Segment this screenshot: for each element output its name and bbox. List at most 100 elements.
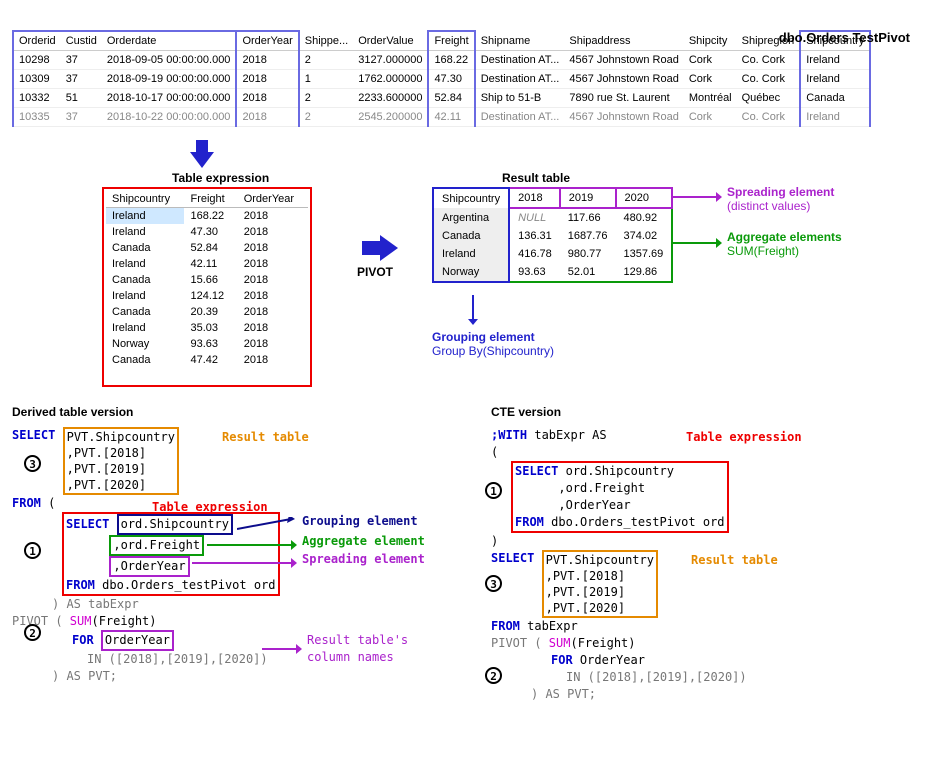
source-cell: 7890 rue St. Laurent: [564, 89, 683, 108]
res-cell: NULL: [509, 208, 560, 227]
source-cell: Destination AT...: [475, 70, 565, 89]
kw-select: SELECT: [12, 428, 55, 442]
col-header: Shipaddress: [564, 31, 683, 51]
inner-orderyear: ,OrderYear: [109, 556, 189, 577]
te-row: Canada20.392018: [106, 304, 308, 320]
te-cell: 2018: [238, 304, 308, 320]
te-cell: 93.63: [184, 336, 237, 352]
source-cell: 2: [299, 89, 353, 108]
res-cell: 480.92: [616, 208, 673, 227]
te-cell: Canada: [106, 272, 184, 288]
table-expression-box: Shipcountry Freight OrderYear Ireland168…: [102, 187, 312, 387]
source-cell: 2018-09-05 00:00:00.000: [102, 51, 237, 70]
col-header: Orderid: [13, 31, 61, 51]
te-cell: 2018: [238, 320, 308, 336]
col-header: OrderYear: [236, 31, 298, 51]
col-header: Shipname: [475, 31, 565, 51]
arrow-to-colnames: [262, 643, 302, 655]
arrow-grouping-icon: [467, 295, 479, 325]
res-head-spread: 2018: [509, 188, 560, 208]
cte-step-3-badge: 3: [485, 575, 502, 592]
arrow-to-grouping: [237, 517, 297, 533]
grouping-el-label: Grouping element: [302, 513, 418, 530]
source-cell: 2233.600000: [353, 89, 428, 108]
res-cell: Canada: [433, 227, 509, 245]
source-cell: 10298: [13, 51, 61, 70]
te-cell: 35.03: [184, 320, 237, 336]
res-cell: 93.63: [509, 263, 560, 282]
te-row: Canada15.662018: [106, 272, 308, 288]
source-cell: 2018: [236, 70, 298, 89]
source-cell: 37: [61, 108, 102, 127]
arrow-aggregate-icon: [672, 237, 722, 249]
source-cell: 51: [61, 89, 102, 108]
res-row: Canada136.311687.76374.02: [433, 227, 672, 245]
te-row: Ireland124.122018: [106, 288, 308, 304]
arrow-right-icon: [362, 235, 398, 261]
cte-inner-query: SELECT ord.Shipcountry ,ord.Freight ,Ord…: [511, 461, 729, 533]
te-row: Canada52.842018: [106, 240, 308, 256]
col-header: Freight: [428, 31, 474, 51]
cte-from2: FROM: [491, 619, 520, 633]
red-tableexpr-label: Table expression: [152, 499, 268, 516]
res-head-spread: 2019: [560, 188, 616, 208]
source-cell: 2018-10-17 00:00:00.000: [102, 89, 237, 108]
te-row: Norway93.632018: [106, 336, 308, 352]
pivot-label: PIVOT: [357, 265, 393, 279]
aggregate-el-label: Aggregate element: [302, 533, 425, 550]
te-cell: Canada: [106, 352, 184, 368]
te-cell: 2018: [238, 240, 308, 256]
source-cell: Cork: [684, 51, 737, 70]
as-tabexpr: ) AS tabExpr: [52, 597, 139, 611]
res-cell: 980.77: [560, 245, 616, 263]
res-cell: 374.02: [616, 227, 673, 245]
spreading-el-label: Spreading element: [302, 551, 425, 568]
te-cell: 2018: [238, 272, 308, 288]
res-cell: 1687.76: [560, 227, 616, 245]
cte-in: IN ([2018],[2019],[2020]): [566, 670, 747, 684]
col-header: Shipcity: [684, 31, 737, 51]
arrow-to-aggregate: [207, 539, 297, 551]
te-row: Canada47.422018: [106, 352, 308, 368]
te-cell: 2018: [238, 256, 308, 272]
source-grid: Orderid Custid Orderdate OrderYear Shipp…: [12, 30, 871, 127]
res-cell: 1357.69: [616, 245, 673, 263]
source-cell: 2018-09-19 00:00:00.000: [102, 70, 237, 89]
sql-derived: SELECT PVT.Shipcountry ,PVT.[2018] ,PVT.…: [12, 427, 451, 685]
te-cell: Ireland: [106, 256, 184, 272]
te-cell: 47.42: [184, 352, 237, 368]
source-cell: 2018: [236, 89, 298, 108]
page-title: dbo.Orders TestPivot: [779, 30, 910, 45]
source-cell: 37: [61, 70, 102, 89]
te-cell: Ireland: [106, 208, 184, 225]
step-3-badge: 3: [24, 455, 41, 472]
source-cell: Cork: [684, 108, 737, 127]
source-cell: Canada: [800, 89, 870, 108]
res-cell: 129.86: [616, 263, 673, 282]
table-expression-grid: Shipcountry Freight OrderYear Ireland168…: [106, 191, 308, 368]
for-orderyear: OrderYear: [101, 630, 174, 651]
te-cell: 47.30: [184, 224, 237, 240]
res-cell: Norway: [433, 263, 509, 282]
source-row: 10332512018-10-17 00:00:00.000201822233.…: [13, 89, 870, 108]
te-row: Ireland42.112018: [106, 256, 308, 272]
te-cell: 124.12: [184, 288, 237, 304]
source-cell: 2018: [236, 51, 298, 70]
source-cell: 2018-10-22 00:00:00.000: [102, 108, 237, 127]
source-cell: Ireland: [800, 70, 870, 89]
te-cell: Norway: [106, 336, 184, 352]
source-row: 10309372018-09-19 00:00:00.000201811762.…: [13, 70, 870, 89]
te-cell: Ireland: [106, 288, 184, 304]
source-cell: 1: [299, 70, 353, 89]
spreading-callout: Spreading element(distinct values): [727, 185, 834, 213]
derived-title: Derived table version: [12, 405, 451, 419]
cte-pivot: PIVOT (: [491, 636, 549, 650]
source-cell: 168.22: [428, 51, 474, 70]
source-cell: Co. Cork: [737, 51, 801, 70]
res-cell: 416.78: [509, 245, 560, 263]
source-cell: Co. Cork: [737, 70, 801, 89]
source-cell: 2: [299, 108, 353, 127]
aggregate-callout: Aggregate elementsSUM(Freight): [727, 230, 842, 258]
te-cell: Canada: [106, 304, 184, 320]
res-row: ArgentinaNULL117.66480.92: [433, 208, 672, 227]
